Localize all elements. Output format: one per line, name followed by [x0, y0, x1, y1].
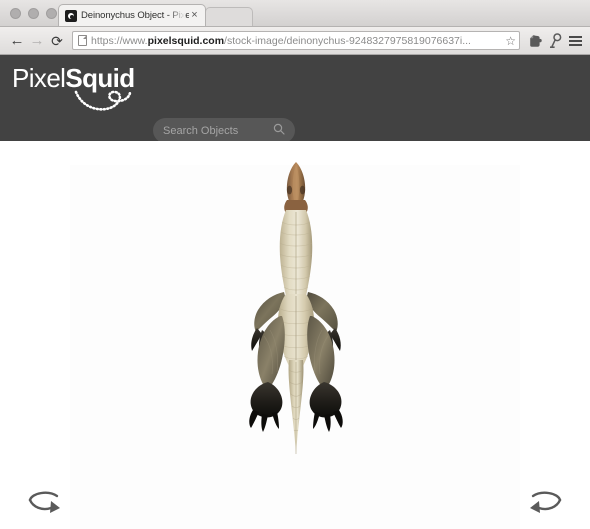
chrome-menu-icon[interactable] — [565, 35, 583, 46]
logo-text-first: Pixel — [12, 63, 66, 93]
reload-icon[interactable]: ⟳ — [47, 34, 67, 48]
bookmark-star-icon[interactable]: ☆ — [505, 35, 516, 47]
rotate-right-icon[interactable] — [524, 489, 564, 526]
product-stage — [0, 141, 590, 529]
close-tab-icon[interactable]: × — [189, 10, 200, 21]
zoom-window-button[interactable] — [46, 8, 57, 19]
browser-chrome: Deinonychus Object - Pixel × ← → ⟳ https… — [0, 0, 590, 55]
deinonychus-3d-object[interactable] — [226, 160, 366, 465]
address-bar[interactable]: https://www.pixelsquid.com/stock-image/d… — [72, 31, 520, 50]
url-path: /stock-image/deinonychus-924832797581907… — [224, 34, 471, 47]
squid-tentacle-icon — [74, 87, 134, 118]
tab-title-fade — [169, 6, 185, 26]
tab-strip: Deinonychus Object - Pixel × — [58, 4, 253, 26]
url-prefix: https://www. — [91, 34, 148, 47]
browser-toolbar: ← → ⟳ https://www.pixelsquid.com/stock-i… — [0, 27, 590, 55]
title-bar: Deinonychus Object - Pixel × — [0, 0, 590, 27]
site-header: PixelSquid Search Objects LIGHTBOX 55 — [0, 55, 590, 173]
close-window-button[interactable] — [10, 8, 21, 19]
window-controls[interactable] — [10, 8, 57, 19]
minimize-window-button[interactable] — [28, 8, 39, 19]
evernote-extension-icon[interactable] — [525, 34, 545, 48]
lamp-extension-icon[interactable] — [545, 33, 565, 48]
browser-tab[interactable]: Deinonychus Object - Pixel × — [58, 4, 206, 26]
url-text: https://www.pixelsquid.com/stock-image/d… — [91, 35, 503, 47]
search-input[interactable]: Search Objects — [153, 118, 295, 143]
pixelsquid-favicon — [65, 9, 77, 22]
new-tab-button[interactable] — [205, 7, 253, 26]
page-info-icon[interactable] — [78, 35, 87, 46]
forward-icon: → — [29, 32, 45, 49]
back-icon[interactable]: ← — [7, 33, 27, 48]
url-domain: pixelsquid.com — [147, 34, 225, 47]
search-icon[interactable] — [273, 122, 285, 140]
browser-window: Deinonychus Object - Pixel × ← → ⟳ https… — [0, 0, 590, 529]
search-placeholder: Search Objects — [163, 124, 239, 137]
rotate-left-icon[interactable] — [26, 489, 66, 526]
